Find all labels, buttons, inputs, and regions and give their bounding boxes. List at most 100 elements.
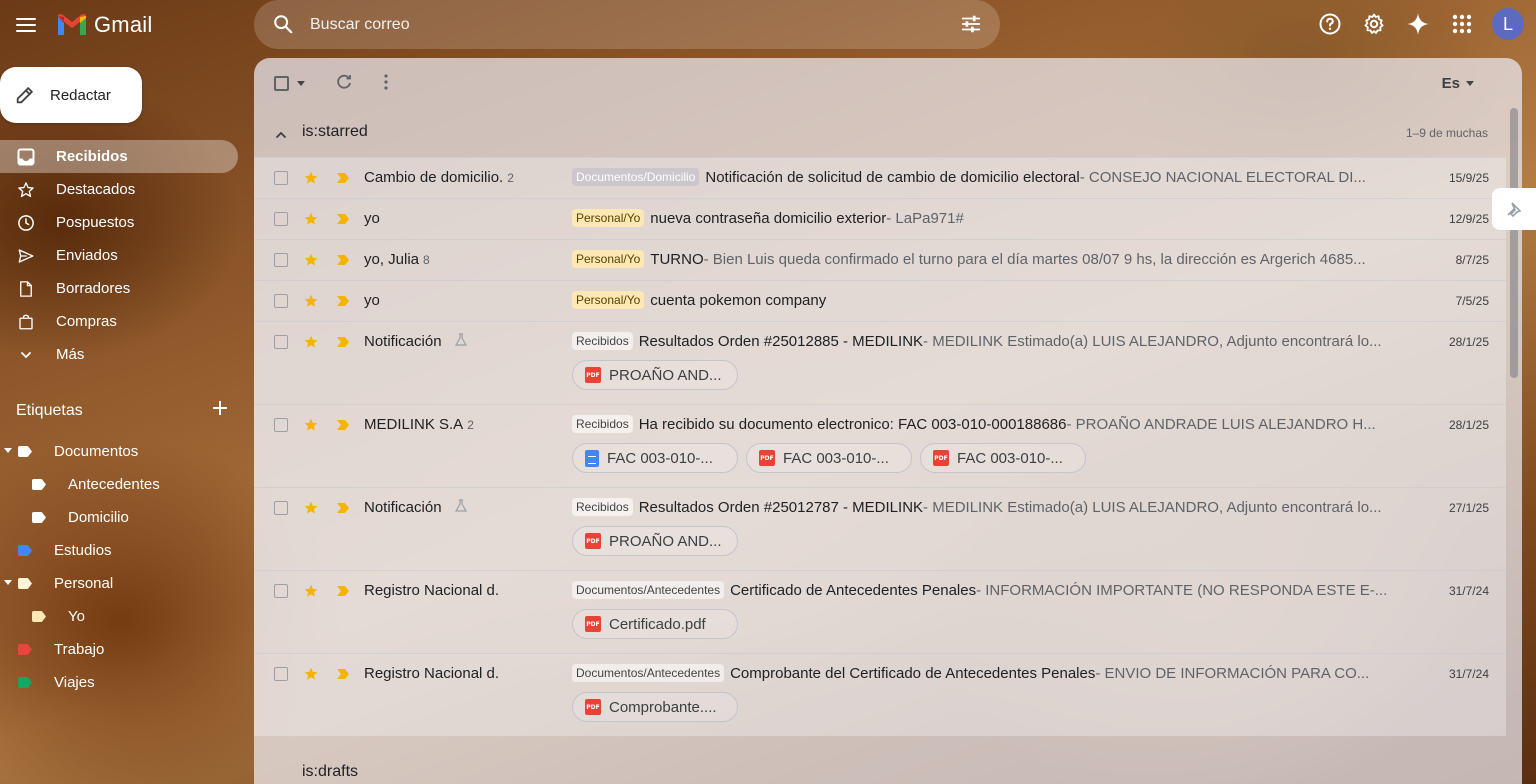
flask-icon (454, 499, 467, 512)
row-checkbox[interactable] (274, 253, 288, 267)
input-language-selector[interactable]: Es (1442, 75, 1474, 92)
label-chip[interactable]: Personal/Yo (572, 250, 645, 268)
attachment-chip[interactable]: PDF FAC 003-010-... (920, 443, 1086, 473)
row-checkbox[interactable] (274, 501, 288, 515)
label-item-personal[interactable]: Personal (0, 567, 238, 600)
important-marker-icon[interactable] (336, 336, 350, 348)
important-marker-icon[interactable] (336, 585, 350, 597)
expand-caret-icon[interactable] (4, 580, 12, 585)
star-filled-icon[interactable] (303, 417, 319, 433)
label-tag-icon (18, 578, 32, 589)
label-item-domicilio[interactable]: Domicilio (0, 501, 238, 534)
label-item-documentos[interactable]: Documentos (0, 435, 238, 468)
label-chip[interactable]: Recibidos (572, 415, 633, 433)
important-marker-icon[interactable] (336, 213, 350, 225)
star-filled-icon[interactable] (303, 583, 319, 599)
more-vert-icon[interactable] (376, 72, 396, 92)
label-item-viajes[interactable]: Viajes (0, 666, 238, 699)
email-content: Personal/Yo TURNO - Bien Luis queda confi… (572, 250, 1392, 268)
search-input[interactable] (310, 12, 910, 38)
collapse-chevron-icon[interactable] (274, 128, 288, 142)
email-row[interactable]: yo Personal/Yo cuenta pokemon company 7/5/2… (254, 280, 1506, 321)
star-filled-icon[interactable] (303, 170, 319, 186)
account-avatar[interactable]: L (1492, 8, 1524, 40)
add-label-icon[interactable] (212, 400, 228, 421)
email-date: 15/9/25 (1448, 171, 1489, 185)
row-checkbox[interactable] (274, 335, 288, 349)
pagination-count[interactable]: 1–9 de muchas (1406, 126, 1488, 140)
gemini-sparkle-icon[interactable] (1402, 8, 1434, 40)
important-marker-icon[interactable] (336, 295, 350, 307)
search-bar[interactable] (254, 0, 1000, 49)
row-checkbox[interactable] (274, 584, 288, 598)
attachment-chip[interactable]: PDF FAC 003-010-... (746, 443, 912, 473)
help-icon[interactable] (1314, 8, 1346, 40)
row-checkbox[interactable] (274, 294, 288, 308)
email-row[interactable]: Registro Nacional d. Documentos/Anteceden… (254, 653, 1506, 736)
sidebar-item-sent[interactable]: Enviados (0, 239, 238, 272)
label-chip[interactable]: Documentos/Domicilio (572, 168, 700, 186)
sidebar-item-label: Borradores (56, 280, 131, 297)
important-marker-icon[interactable] (336, 502, 350, 514)
important-marker-icon[interactable] (336, 254, 350, 266)
label-chip[interactable]: Personal/Yo (572, 291, 645, 309)
star-filled-icon[interactable] (303, 334, 319, 350)
top-actions: L (1314, 8, 1524, 40)
attachment-chip[interactable]: FAC 003-010-... (572, 443, 738, 473)
row-checkbox[interactable] (274, 171, 288, 185)
side-panel-toggle[interactable] (1492, 188, 1536, 230)
attachment-chip[interactable]: PDF Certificado.pdf (572, 609, 738, 639)
settings-gear-icon[interactable] (1358, 8, 1390, 40)
star-filled-icon[interactable] (303, 211, 319, 227)
label-chip[interactable]: Recibidos (572, 332, 633, 350)
sidebar-item-inbox[interactable]: Recibidos (0, 140, 238, 173)
label-item-antecedentes[interactable]: Antecedentes (0, 468, 238, 501)
apps-grid-icon[interactable] (1446, 8, 1478, 40)
search-icon[interactable] (272, 13, 294, 35)
search-options-icon[interactable] (960, 13, 982, 35)
attachment-name: PROAÑO AND... (609, 532, 722, 550)
sidebar-item-purchases[interactable]: Compras (0, 305, 238, 338)
star-filled-icon[interactable] (303, 252, 319, 268)
attachment-chip[interactable]: PDF PROAÑO AND... (572, 526, 738, 556)
gmail-logo[interactable]: Gmail (56, 12, 152, 38)
select-all-checkbox[interactable] (274, 76, 289, 91)
main-menu-button[interactable] (12, 12, 40, 38)
important-marker-icon[interactable] (336, 419, 350, 431)
refresh-icon[interactable] (334, 72, 354, 92)
sidebar-item-snoozed[interactable]: Pospuestos (0, 206, 238, 239)
email-row[interactable]: MEDILINK S.A 2 Recibidos Ha recibido su doc… (254, 404, 1506, 487)
star-filled-icon[interactable] (303, 500, 319, 516)
important-marker-icon[interactable] (336, 172, 350, 184)
attachment-name: FAC 003-010-... (783, 449, 889, 467)
star-filled-icon[interactable] (303, 666, 319, 682)
email-row[interactable]: Registro Nacional d. Documentos/Anteceden… (254, 570, 1506, 653)
scrollbar[interactable] (1510, 108, 1518, 378)
email-row[interactable]: Notificación Recibidos Resultados Orden #… (254, 487, 1506, 570)
row-checkbox[interactable] (274, 418, 288, 432)
compose-button[interactable]: Redactar (0, 67, 142, 123)
email-row[interactable]: yo, Julia 8 Personal/Yo TURNO - Bien Luis q… (254, 239, 1506, 280)
attachment-chip[interactable]: PDF Comprobante.... (572, 692, 738, 722)
email-row[interactable]: yo Personal/Yo nueva contraseña domicilio … (254, 198, 1506, 239)
label-chip[interactable]: Personal/Yo (572, 209, 645, 227)
sidebar-item-starred[interactable]: Destacados (0, 173, 238, 206)
sidebar-item-more[interactable]: Más (0, 338, 238, 371)
label-chip[interactable]: Recibidos (572, 498, 633, 516)
label-chip[interactable]: Documentos/Antecedentes (572, 664, 725, 682)
email-row[interactable]: Cambio de domicilio. 2 Documentos/Domicili… (254, 157, 1506, 198)
sidebar-item-drafts[interactable]: Borradores (0, 272, 238, 305)
select-options-caret-icon[interactable] (297, 81, 305, 86)
attachment-chip[interactable]: PDF PROAÑO AND... (572, 360, 738, 390)
label-item-trabajo[interactable]: Trabajo (0, 633, 238, 666)
expand-caret-icon[interactable] (4, 448, 12, 453)
attachments: FAC 003-010-... PDF FAC 003-010-... PDF FAC … (572, 443, 1086, 473)
label-item-estudios[interactable]: Estudios (0, 534, 238, 567)
star-filled-icon[interactable] (303, 293, 319, 309)
important-marker-icon[interactable] (336, 668, 350, 680)
row-checkbox[interactable] (274, 212, 288, 226)
row-checkbox[interactable] (274, 667, 288, 681)
label-chip[interactable]: Documentos/Antecedentes (572, 581, 725, 599)
label-item-yo[interactable]: Yo (0, 600, 238, 633)
email-row[interactable]: Notificación Recibidos Resultados Orden #… (254, 321, 1506, 404)
